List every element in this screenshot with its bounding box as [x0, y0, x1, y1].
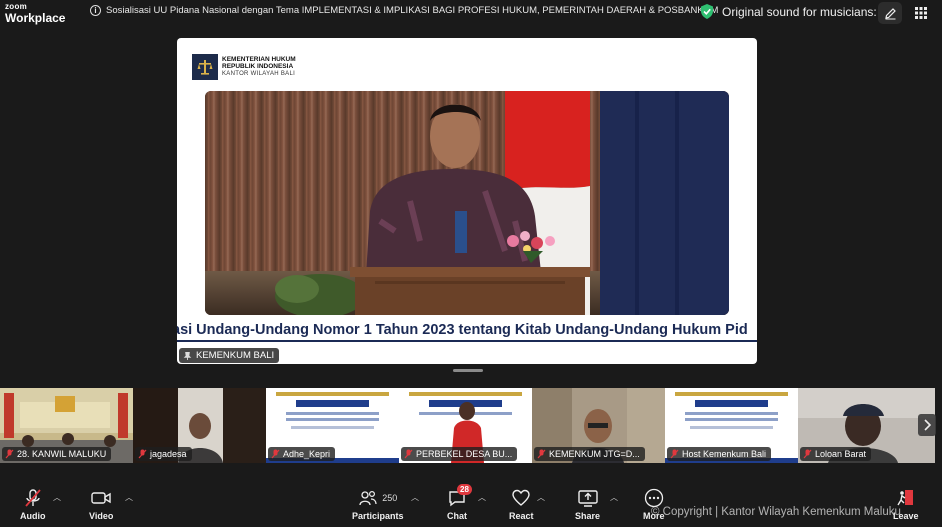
audio-options-caret[interactable]: ︿	[53, 492, 61, 503]
presenter-name-tag: KEMENKUM BALI	[179, 348, 280, 363]
shield-check-icon	[701, 4, 713, 19]
gallery-next-button[interactable]	[918, 414, 936, 436]
resize-handle[interactable]	[453, 369, 483, 372]
audio-label: Audio	[20, 511, 46, 521]
brand-zoom: zoom	[5, 2, 28, 11]
participant-gallery: 28. KANWIL MALUKU jagadesa Adhe_Kepri PE…	[0, 388, 942, 463]
pencil-icon	[884, 7, 896, 19]
view-grid-button[interactable]	[910, 2, 932, 24]
meeting-toolbar: Audio ︿ Video ︿ 250 Participants ︿ 28 Ch…	[0, 480, 942, 527]
video-label: Video	[89, 511, 114, 521]
participant-label: PERBEKEL DESA BU...	[401, 447, 518, 461]
participants-icon	[359, 490, 377, 506]
participant-tile[interactable]: KEMENKUM JTG=D...	[532, 388, 665, 463]
brand-workplace: Workplace	[5, 11, 66, 25]
logo-text: KEMENTERIAN HUKUM REPUBLIK INDONESIA KAN…	[222, 56, 296, 77]
participants-button[interactable]: 250 Participants	[352, 488, 404, 521]
video-options-caret[interactable]: ︿	[125, 492, 133, 503]
participant-label: Loloan Barat	[800, 447, 872, 461]
grid-view-icon	[915, 7, 927, 19]
mic-muted-icon	[670, 449, 679, 459]
meeting-title: Sosialisasi UU Pidana Nasional dengan Te…	[106, 5, 719, 16]
app-logo: zoom Workplace	[5, 2, 66, 25]
chat-label: Chat	[447, 511, 467, 521]
speaker-video	[205, 91, 729, 315]
copyright-watermark: © Copyright | Kantor Wilayah Kemenkum Ma…	[651, 506, 901, 518]
video-button[interactable]: Video	[89, 488, 113, 521]
audio-button[interactable]: Audio	[20, 488, 46, 521]
participants-options-caret[interactable]: ︿	[411, 492, 419, 503]
emblem-icon	[192, 54, 218, 80]
mic-muted-icon	[404, 449, 413, 459]
participant-label: 28. KANWIL MALUKU	[2, 447, 112, 461]
ticker-underline	[177, 340, 757, 342]
participant-tile[interactable]: PERBEKEL DESA BU...	[399, 388, 532, 463]
heart-icon	[512, 489, 530, 506]
ministry-logo: KEMENTERIAN HUKUM REPUBLIK INDONESIA KAN…	[192, 54, 296, 80]
chat-button[interactable]: 28 Chat	[447, 484, 472, 521]
participant-tile[interactable]: Loloan Barat	[798, 388, 935, 463]
more-dots-icon	[644, 488, 663, 508]
pin-icon	[183, 351, 192, 360]
chat-unread-badge: 28	[457, 484, 472, 495]
news-ticker: asi Undang-Undang Nomor 1 Tahun 2023 ten…	[177, 321, 757, 341]
shared-screen[interactable]: KEMENTERIAN HUKUM REPUBLIK INDONESIA KAN…	[177, 38, 757, 364]
presenter-name: KEMENKUM BALI	[196, 350, 275, 361]
mic-muted-icon	[138, 449, 147, 459]
logo-line-2: REPUBLIK INDONESIA	[222, 62, 294, 70]
react-label: React	[509, 511, 534, 521]
share-button[interactable]: Share	[575, 488, 600, 521]
participant-name: Adhe_Kepri	[283, 449, 331, 459]
participant-tile[interactable]: Host Kemenkum Bali	[665, 388, 798, 463]
participants-label: Participants	[352, 511, 404, 521]
top-bar: zoom Workplace i Sosialisasi UU Pidana N…	[0, 0, 942, 28]
share-screen-icon	[577, 490, 598, 507]
participant-name: PERBEKEL DESA BU...	[416, 449, 513, 459]
mic-muted-icon	[537, 449, 546, 459]
mic-muted-icon	[271, 449, 280, 459]
participant-name: 28. KANWIL MALUKU	[17, 449, 107, 459]
participant-tile[interactable]: Adhe_Kepri	[266, 388, 399, 463]
meeting-info[interactable]: i Sosialisasi UU Pidana Nasional dengan …	[90, 5, 718, 16]
participant-label: Adhe_Kepri	[268, 447, 336, 461]
share-options-caret[interactable]: ︿	[610, 492, 618, 503]
participant-name: KEMENKUM JTG=D...	[549, 449, 640, 459]
chevron-right-icon	[924, 419, 931, 431]
participant-label: Host Kemenkum Bali	[667, 447, 772, 461]
ticker-text: asi Undang-Undang Nomor 1 Tahun 2023 ten…	[177, 322, 748, 338]
participant-tile[interactable]: 28. KANWIL MALUKU	[0, 388, 133, 463]
share-label: Share	[575, 511, 601, 521]
participant-name: Loloan Barat	[815, 449, 867, 459]
participant-name: Host Kemenkum Bali	[682, 449, 767, 459]
mic-muted-icon	[5, 449, 14, 459]
participant-label: KEMENKUM JTG=D...	[534, 447, 645, 461]
chat-options-caret[interactable]: ︿	[478, 492, 486, 503]
participant-label: jagadesa	[135, 447, 192, 461]
participants-count: 250	[382, 493, 398, 503]
original-sound-status[interactable]: Original sound for musicians: on	[700, 4, 893, 19]
mic-muted-icon	[803, 449, 812, 459]
logo-line-3: KANTOR WILAYAH BALI	[222, 70, 296, 77]
react-options-caret[interactable]: ︿	[537, 492, 545, 503]
video-camera-icon	[91, 492, 111, 504]
edit-button[interactable]	[878, 2, 902, 24]
react-button[interactable]: React	[509, 488, 534, 521]
mic-muted-icon	[25, 489, 41, 507]
participant-tile[interactable]: jagadesa	[133, 388, 266, 463]
speaker-scene-image	[205, 91, 729, 315]
info-icon[interactable]: i	[90, 5, 101, 16]
participant-name: jagadesa	[150, 449, 187, 459]
leave-door-icon	[897, 490, 913, 506]
original-sound-label: Original sound for musicians: on	[722, 4, 894, 19]
